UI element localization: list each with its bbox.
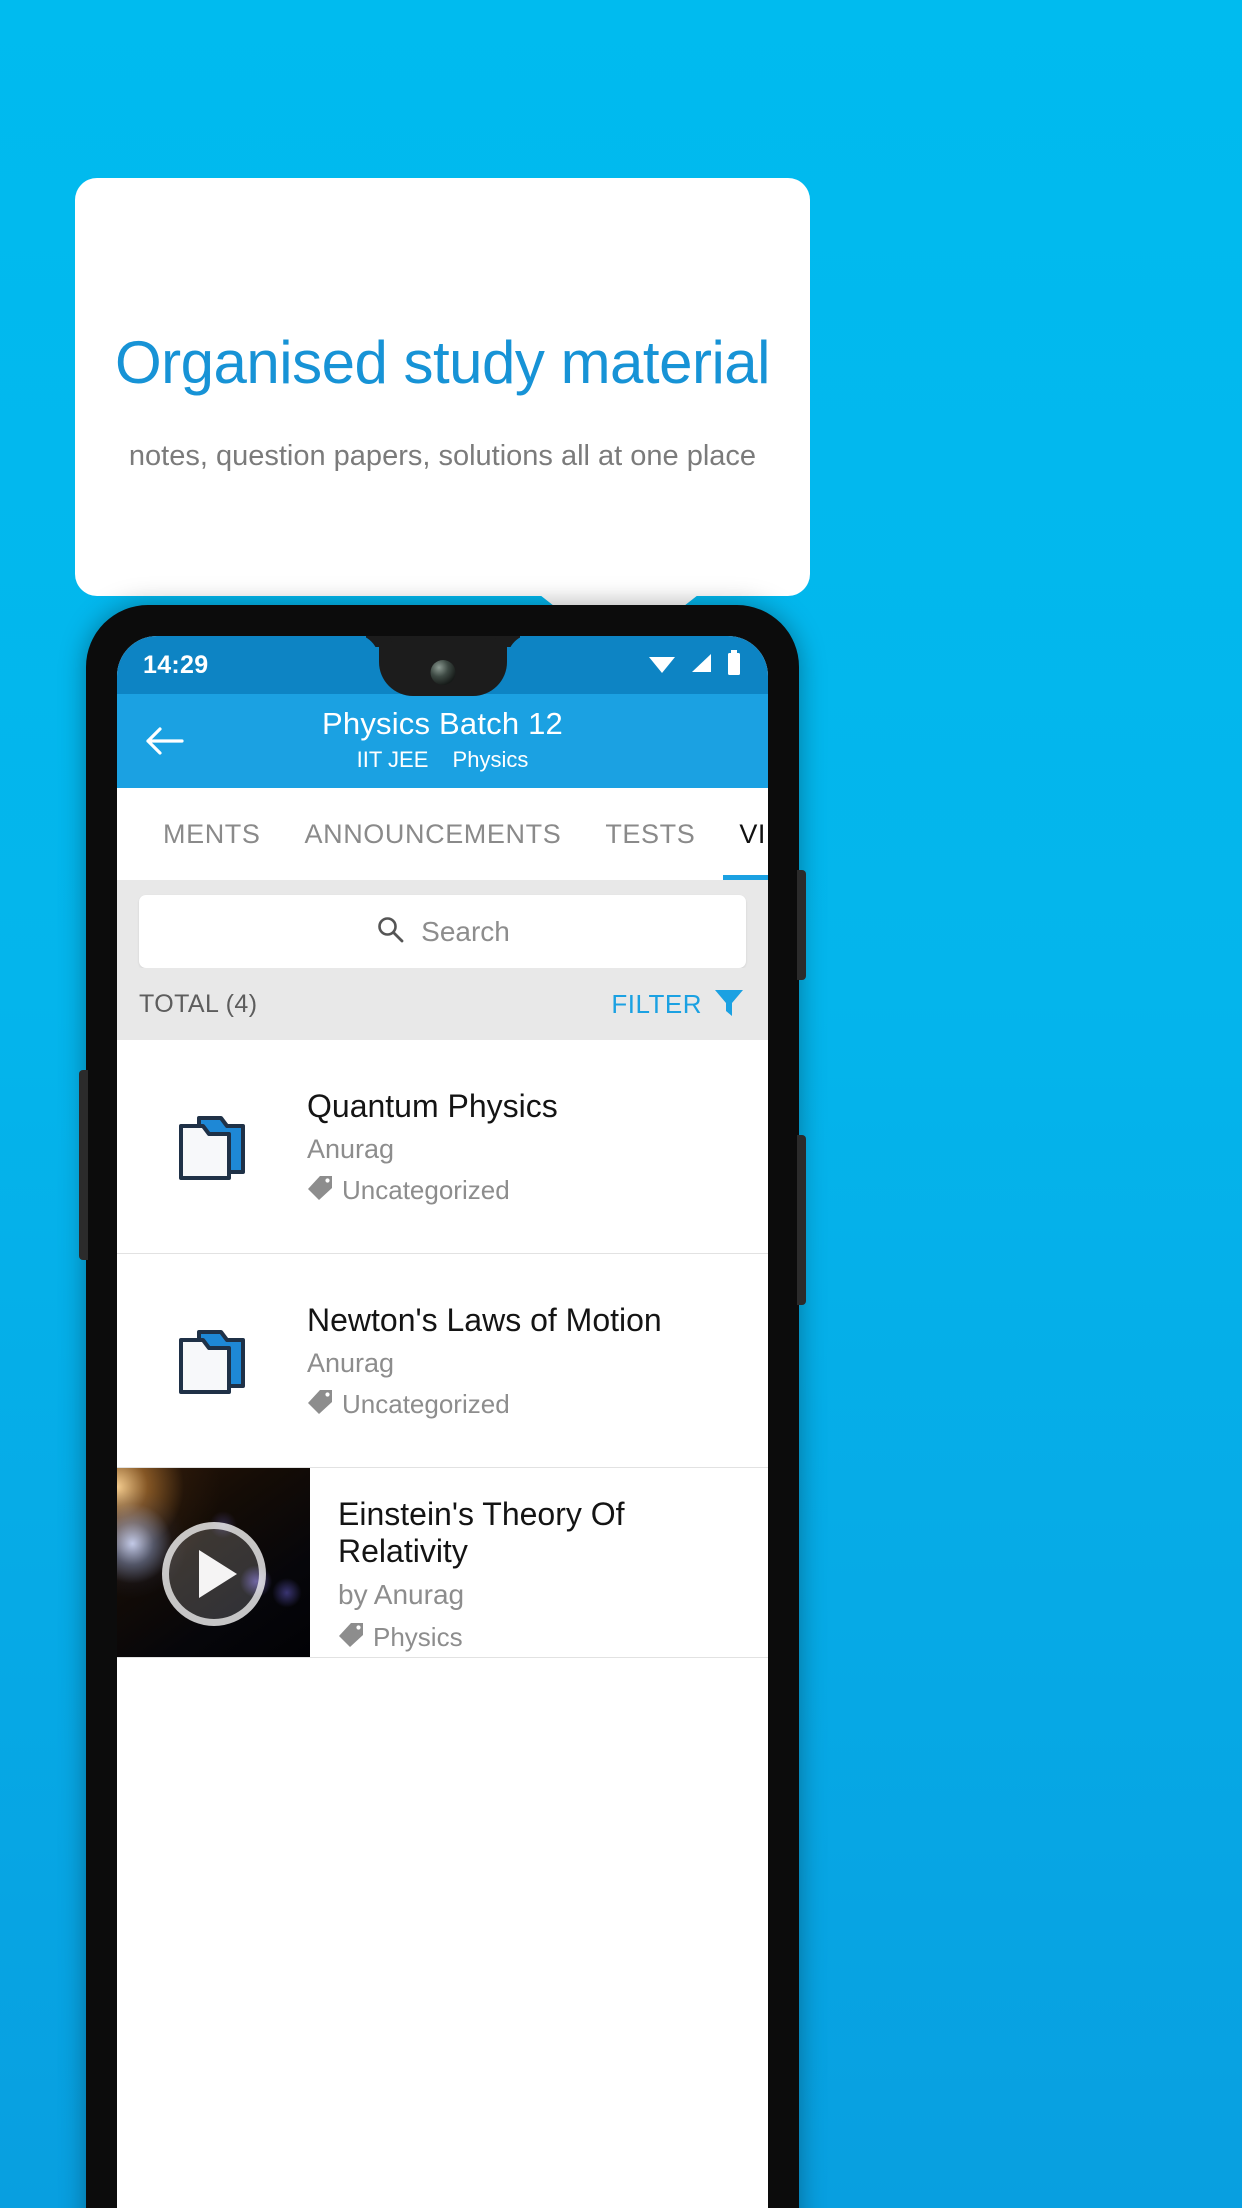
promo-subtitle: notes, question papers, solutions all at…: [128, 439, 757, 472]
list-item-author: by Anurag: [338, 1579, 465, 1610]
list-item-author: Anurag: [307, 1347, 395, 1378]
phone-power-button[interactable]: [797, 1135, 806, 1305]
list-item-tag: Uncategorized: [307, 1389, 662, 1420]
page-subtitle-subject: Physics: [452, 747, 529, 772]
battery-icon: [726, 649, 742, 681]
tab-bar: MENTS ANNOUNCEMENTS TESTS VIDEOS: [117, 788, 768, 880]
promo-title: Organised study material: [115, 328, 770, 396]
back-arrow-icon[interactable]: [143, 720, 185, 762]
front-camera-icon: [430, 660, 455, 685]
list-item-title: Einstein's Theory Of Relativity: [338, 1496, 625, 1569]
tab-ments[interactable]: MENTS: [141, 788, 283, 880]
tag-icon: [307, 1389, 333, 1420]
list-item-text: Newton's Laws of Motion Anurag Uncategor…: [307, 1301, 682, 1419]
list-item-tag-label: Uncategorized: [342, 1174, 510, 1205]
filter-button[interactable]: FILTER: [611, 985, 746, 1024]
tab-tests[interactable]: TESTS: [583, 788, 717, 880]
tag-icon: [307, 1175, 333, 1206]
phone-volume-button[interactable]: [797, 870, 806, 980]
page-subtitle-course: IIT JEE: [356, 747, 429, 772]
phone-bezel: 14:29 Physics Batch 12 IIT JEE Physics M…: [117, 636, 768, 2208]
wifi-icon: [648, 652, 676, 679]
list-item-author: Anurag: [307, 1133, 395, 1164]
tag-icon: [338, 1622, 364, 1653]
list-item-tag-label: Physics: [373, 1622, 463, 1652]
phone-left-button[interactable]: [79, 1070, 88, 1260]
status-icons: [648, 649, 742, 681]
list-item-tag: Uncategorized: [307, 1175, 558, 1206]
total-count-label: TOTAL (4): [139, 989, 258, 1018]
content-list: Quantum Physics Anurag Uncategorized New…: [117, 1040, 768, 1658]
list-item[interactable]: Einstein's Theory Of Relativity by Anura…: [117, 1468, 768, 1658]
search-input[interactable]: Search: [139, 895, 746, 968]
list-item-tag-label: Uncategorized: [342, 1388, 510, 1419]
filter-icon: [712, 985, 746, 1024]
search-icon: [375, 914, 405, 949]
list-item-text: Einstein's Theory Of Relativity by Anura…: [310, 1468, 768, 1657]
app-bar-titles: Physics Batch 12 IIT JEE Physics: [117, 706, 768, 773]
tab-announcements[interactable]: ANNOUNCEMENTS: [283, 788, 584, 880]
promo-callout-card: Organised study material notes, question…: [75, 178, 810, 596]
search-area: Search: [117, 880, 768, 968]
search-placeholder: Search: [421, 915, 510, 947]
page-title: Physics Batch 12: [322, 706, 563, 741]
list-toolbar: TOTAL (4) FILTER: [117, 968, 768, 1040]
play-icon[interactable]: [161, 1521, 266, 1626]
list-item[interactable]: Newton's Laws of Motion Anurag Uncategor…: [117, 1254, 768, 1468]
list-item-title: Newton's Laws of Motion: [307, 1302, 662, 1339]
play-triangle: [199, 1549, 237, 1598]
phone-screen: 14:29 Physics Batch 12 IIT JEE Physics M…: [117, 636, 768, 2208]
status-bar: 14:29: [117, 636, 768, 696]
list-item-text: Quantum Physics Anurag Uncategorized: [307, 1087, 578, 1205]
folder-icon: [117, 1324, 307, 1398]
signal-icon: [689, 652, 713, 679]
list-item[interactable]: Quantum Physics Anurag Uncategorized: [117, 1040, 768, 1254]
filter-label: FILTER: [611, 988, 702, 1019]
folder-icon: [117, 1110, 307, 1184]
list-item-title: Quantum Physics: [307, 1088, 558, 1125]
video-thumbnail[interactable]: [117, 1468, 310, 1657]
list-item-tag: Physics: [338, 1622, 748, 1653]
phone-mockup: 14:29 Physics Batch 12 IIT JEE Physics M…: [79, 605, 806, 2208]
app-bar: Physics Batch 12 IIT JEE Physics: [117, 694, 768, 788]
page-subtitle: IIT JEE Physics: [117, 747, 768, 773]
tab-videos[interactable]: VIDEOS: [717, 788, 768, 880]
status-time: 14:29: [143, 650, 209, 679]
